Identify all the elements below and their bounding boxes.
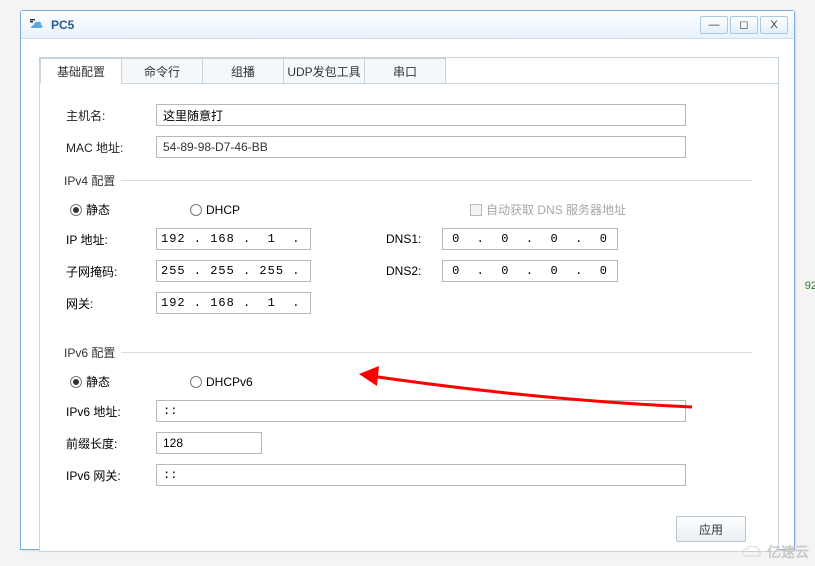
radio-icon xyxy=(70,376,82,388)
dns1-input[interactable] xyxy=(442,228,618,250)
tab-cli[interactable]: 命令行 xyxy=(121,58,203,84)
checkbox-icon xyxy=(470,204,482,216)
watermark: 亿速云 xyxy=(741,542,809,562)
app-window: PC5 — ◻ X 基础配置 命令行 组播 UDP发包工具 串口 主机名: MA… xyxy=(20,10,795,550)
hostname-row: 主机名: xyxy=(66,104,752,126)
ipv4-radio-static[interactable]: 静态 xyxy=(70,201,110,218)
mask-label: 子网掩码: xyxy=(66,263,156,280)
gateway-label: 网关: xyxy=(66,295,156,312)
titlebar: PC5 — ◻ X xyxy=(21,11,794,39)
ip-label: IP 地址: xyxy=(66,231,156,248)
ipv4-mode-row: 静态 DHCP 自动获取 DNS 服务器地址 xyxy=(66,201,752,218)
tab-multicast[interactable]: 组播 xyxy=(202,58,284,84)
app-icon xyxy=(27,16,45,34)
ipv6-mode-row: 静态 DHCPv6 xyxy=(66,373,752,390)
ipv6-prefix-label: 前缀长度: xyxy=(66,435,156,452)
ipv4-legend: IPv4 配置 xyxy=(64,172,121,189)
ipv6-gw-label: IPv6 网关: xyxy=(66,467,156,484)
hostname-label: 主机名: xyxy=(66,107,156,124)
ipv6-prefix-input[interactable] xyxy=(156,432,262,454)
dns2-label: DNS2: xyxy=(386,264,442,278)
tab-basic[interactable]: 基础配置 xyxy=(40,58,122,84)
window-controls: — ◻ X xyxy=(700,16,788,34)
hostname-input[interactable] xyxy=(156,104,686,126)
dns1-label: DNS1: xyxy=(386,232,442,246)
tab-udp[interactable]: UDP发包工具 xyxy=(283,58,365,84)
ipv6-radio-static[interactable]: 静态 xyxy=(70,373,110,390)
ipv6-legend: IPv6 配置 xyxy=(64,344,121,361)
window-title: PC5 xyxy=(51,18,700,32)
ipv6-radio-dhcp[interactable]: DHCPv6 xyxy=(190,375,253,389)
radio-icon xyxy=(190,204,202,216)
gateway-input[interactable] xyxy=(156,292,311,314)
radio-icon xyxy=(190,376,202,388)
tab-bar: 基础配置 命令行 组播 UDP发包工具 串口 xyxy=(40,58,778,84)
content-area: 基础配置 命令行 组播 UDP发包工具 串口 主机名: MAC 地址: IPv4… xyxy=(39,57,779,552)
mask-input[interactable] xyxy=(156,260,311,282)
apply-button[interactable]: 应用 xyxy=(676,516,746,542)
maximize-button[interactable]: ◻ xyxy=(730,16,758,34)
mac-input[interactable] xyxy=(156,136,686,158)
ipv6-addr-input[interactable] xyxy=(156,400,686,422)
ipv4-radio-dhcp[interactable]: DHCP xyxy=(190,203,240,217)
tab-serial[interactable]: 串口 xyxy=(364,58,446,84)
mac-label: MAC 地址: xyxy=(66,139,156,156)
side-note: 92 xyxy=(805,280,815,292)
close-button[interactable]: X xyxy=(760,16,788,34)
ipv6-group: IPv6 配置 静态 DHCPv6 IPv6 地址: 前缀长 xyxy=(66,344,752,502)
tab-body-basic: 主机名: MAC 地址: IPv4 配置 静态 DHCP xyxy=(40,83,778,550)
minimize-button[interactable]: — xyxy=(700,16,728,34)
ipv6-addr-label: IPv6 地址: xyxy=(66,403,156,420)
mac-row: MAC 地址: xyxy=(66,136,752,158)
radio-icon xyxy=(70,204,82,216)
ipv4-group: IPv4 配置 静态 DHCP 自动获取 DNS 服务器地址 xyxy=(66,172,752,330)
ipv6-gw-input[interactable] xyxy=(156,464,686,486)
auto-dns-checkbox: 自动获取 DNS 服务器地址 xyxy=(470,201,626,218)
dns2-input[interactable] xyxy=(442,260,618,282)
ip-input[interactable] xyxy=(156,228,311,250)
